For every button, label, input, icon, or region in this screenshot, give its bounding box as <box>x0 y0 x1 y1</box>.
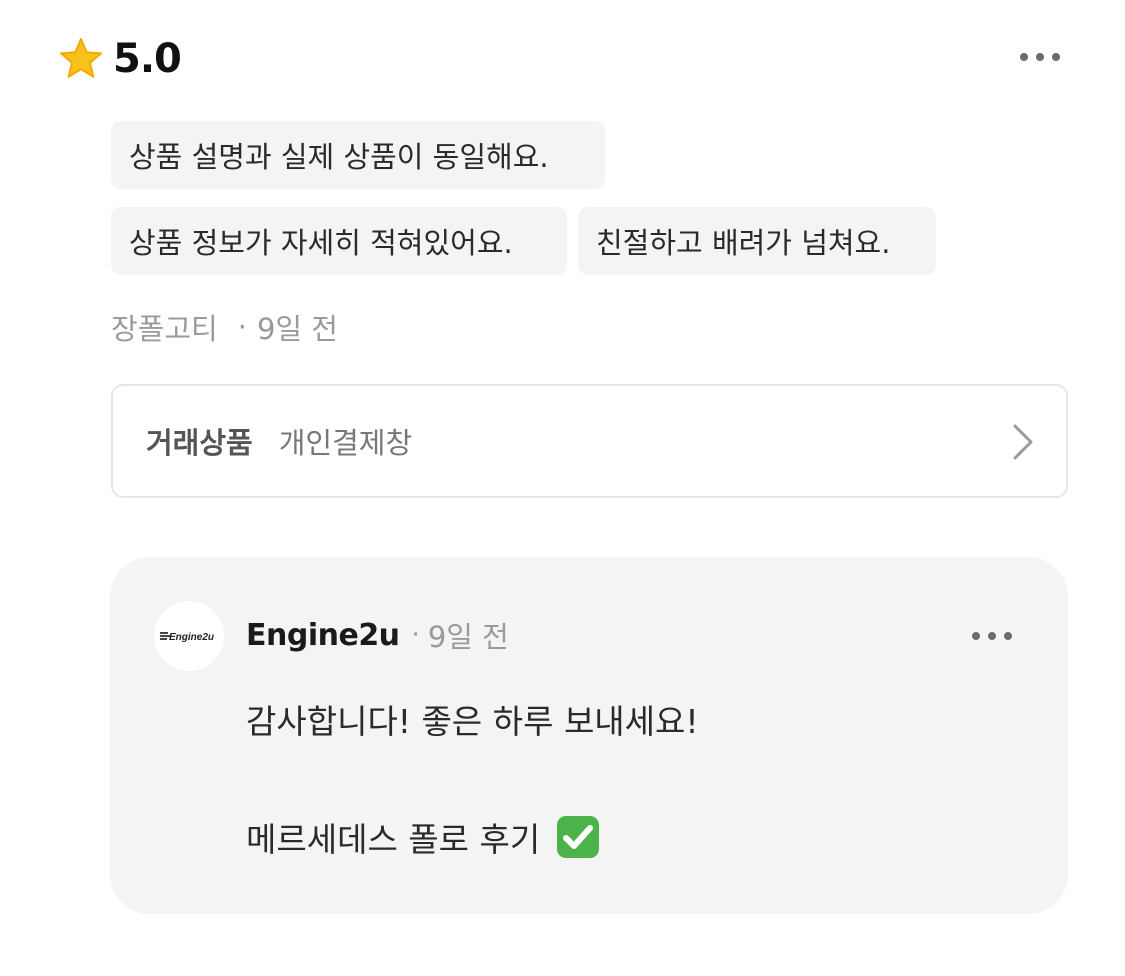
review-author[interactable]: 장폴고티 <box>111 306 218 348</box>
reply-author[interactable]: Engine2u <box>246 618 400 653</box>
seller-reply-card: Engine2u Engine2u · 9일 전 감사합니다! 좋은 하루 보내… <box>110 557 1068 914</box>
review-tag: 친절하고 배려가 넘쳐요. <box>578 207 936 275</box>
meta-separator: · <box>237 310 247 344</box>
reply-message-text: 메르세데스 폴로 후기 <box>246 820 541 859</box>
star-icon <box>60 38 102 78</box>
avatar[interactable]: Engine2u <box>154 601 224 671</box>
reply-more-button[interactable] <box>962 623 1022 649</box>
traded-product-link[interactable]: 거래상품 개인결제창 <box>111 384 1068 498</box>
rating-row: 5.0 <box>57 34 182 84</box>
reply-message-line-2: 메르세데스 폴로 후기 <box>246 812 602 862</box>
review-time: 9일 전 <box>256 312 338 346</box>
check-mark-button-icon <box>557 816 600 858</box>
engine2u-logo: Engine2u <box>160 632 214 643</box>
reply-header: Engine2u · 9일 전 <box>246 613 509 657</box>
review-tag: 상품 정보가 자세히 적혀있어요. <box>111 207 567 275</box>
more-horizontal-icon <box>972 632 980 640</box>
product-name: 개인결제창 <box>278 426 413 460</box>
avatar-logo-text: Engine2u <box>169 632 214 643</box>
review-tag: 상품 설명과 실제 상품이 동일해요. <box>111 121 605 189</box>
review-more-button[interactable] <box>1010 44 1070 70</box>
review-meta: 장폴고티 · 9일 전 <box>111 305 338 349</box>
product-label: 거래상품 <box>146 426 253 460</box>
more-horizontal-icon <box>1020 53 1028 61</box>
rating-value: 5.0 <box>113 36 182 82</box>
chevron-right-icon <box>1013 424 1033 460</box>
meta-separator: · <box>411 620 420 650</box>
reply-message-line: 감사합니다! 좋은 하루 보내세요! <box>246 702 699 741</box>
reply-time: 9일 전 <box>427 620 509 654</box>
